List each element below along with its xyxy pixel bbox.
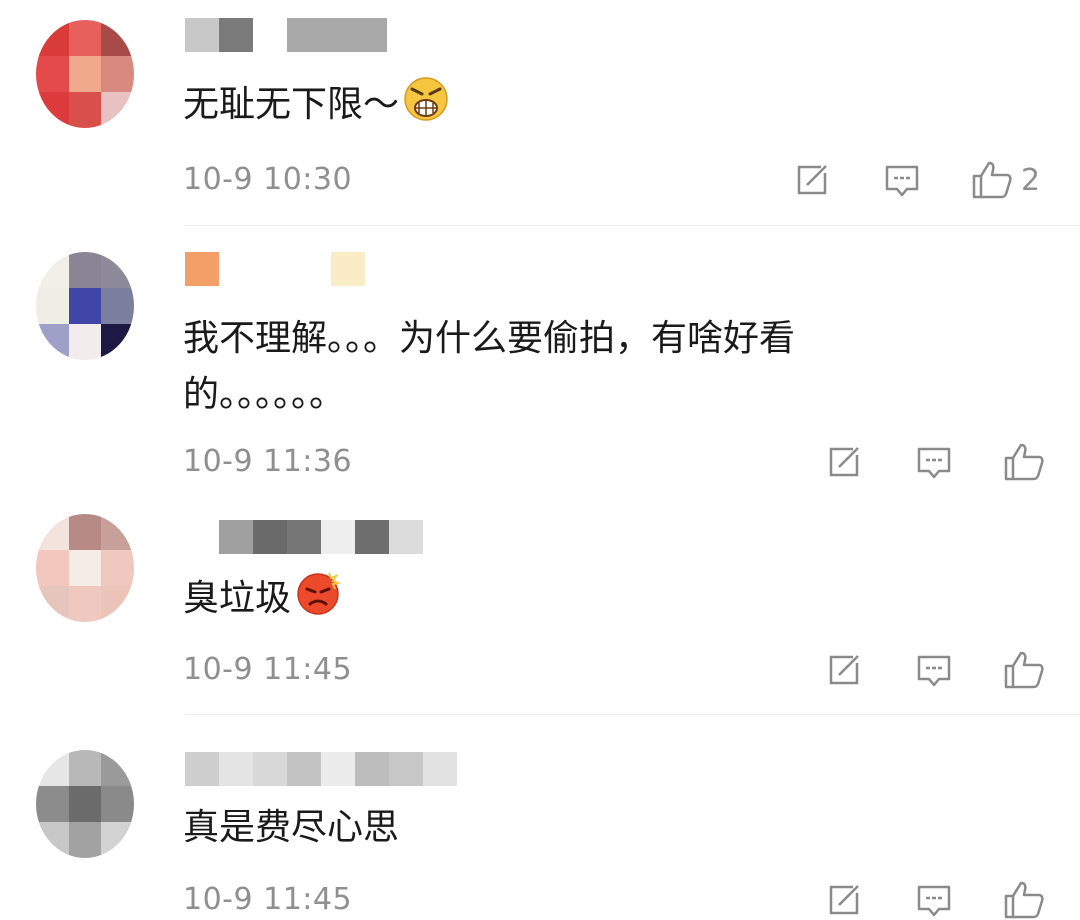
share-icon[interactable] [793, 161, 831, 199]
comment-icon[interactable] [915, 881, 953, 919]
comment-actions [825, 648, 1045, 692]
comment-actions [825, 440, 1045, 484]
comment-time: 10-9 11:45 [183, 652, 353, 687]
thumbs-up-icon[interactable] [1003, 880, 1045, 920]
avatar[interactable] [36, 750, 134, 858]
avatar[interactable] [36, 514, 134, 622]
share-icon[interactable] [825, 651, 863, 689]
comment-text: 无耻无下限～ [183, 76, 449, 133]
thumbs-up-icon[interactable] [1003, 442, 1045, 482]
comment-text-line-2: 的。。。。。。 [183, 374, 346, 415]
username-blurred[interactable] [185, 752, 457, 786]
comment-text: 臭垃圾 [183, 570, 342, 627]
share-icon[interactable] [825, 881, 863, 919]
angry-red-face-emoji [297, 572, 342, 615]
comment-time: 10-9 11:45 [183, 882, 353, 917]
comment-text-line-1: 我不理解。。。为什么要偷拍，有啥好看 [183, 318, 796, 359]
divider [185, 714, 1080, 715]
comment-icon[interactable] [883, 161, 921, 199]
thumbs-up-icon[interactable] [1003, 650, 1045, 690]
comment-time: 10-9 10:30 [183, 162, 353, 197]
comment-actions: 2 [793, 158, 1040, 202]
avatar[interactable] [36, 20, 134, 128]
thumbs-up-icon[interactable] [971, 160, 1013, 200]
comment-icon[interactable] [915, 651, 953, 689]
angry-shouting-emoji [404, 77, 448, 121]
comment-time: 10-9 11:36 [183, 444, 353, 479]
comment-text: 我不理解。。。为什么要偷拍，有啥好看 的。。。。。。 [183, 311, 795, 423]
username-blurred[interactable] [185, 252, 365, 286]
username-blurred[interactable] [185, 18, 387, 52]
avatar[interactable] [36, 252, 134, 360]
comment-icon[interactable] [915, 443, 953, 481]
like-count: 2 [1021, 162, 1041, 198]
comment-text: 真是费尽心思 [183, 807, 400, 848]
comment-item: 无耻无下限～ 10-9 10:30 2 [0, 0, 1080, 225]
username-blurred[interactable] [185, 520, 423, 554]
share-icon[interactable] [825, 443, 863, 481]
comment-actions [825, 878, 1045, 920]
